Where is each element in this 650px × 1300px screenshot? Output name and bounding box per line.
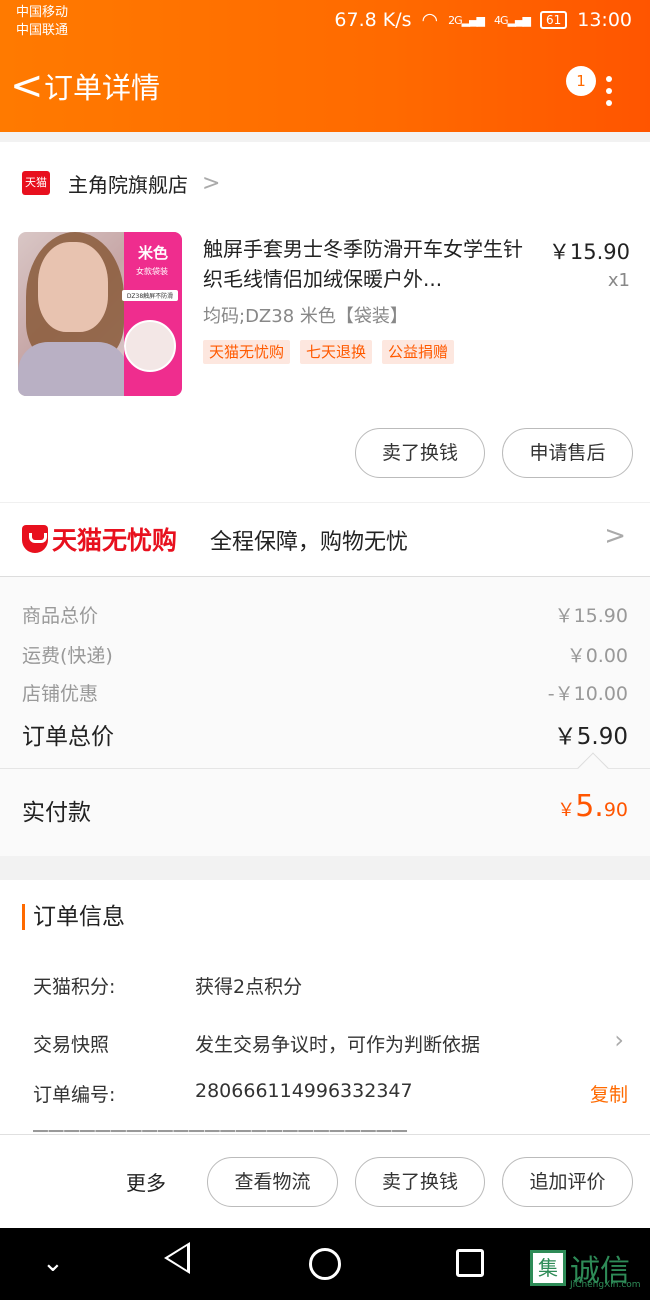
shipping-label: 运费(快递) (22, 645, 113, 667)
chevron-right-icon: > (604, 521, 626, 551)
tag-worry-free: 天猫无忧购 (203, 340, 291, 364)
battery-icon: 61 (539, 11, 568, 29)
goods-total-value: ￥15.90 (554, 605, 628, 627)
carrier-2: 中国联通 (16, 23, 69, 38)
wifi-icon: ◠ (421, 9, 439, 31)
price-summary: 商品总价 ￥15.90 运费(快递) ￥0.00 店铺优惠 -￥10.00 订单… (0, 576, 650, 768)
after-sale-button[interactable]: 申请售后 (502, 428, 633, 478)
tmall-logo-icon: 天猫 (22, 171, 50, 195)
tag-charity: 公益捐赠 (382, 340, 455, 364)
signal-icon-2: 4G▂▄▆ (494, 13, 531, 27)
shipping-value: ￥0.00 (566, 645, 628, 667)
actual-payment: 实付款 ￥5.90 (0, 752, 650, 856)
snapshot-label: 交易快照 (33, 1034, 110, 1056)
network-speed: 67.8 K/s (334, 9, 412, 31)
order-total-label: 订单总价 (22, 724, 114, 750)
points-label: 天猫积分: (33, 976, 116, 998)
order-info-card: 订单信息 天猫积分: 获得2点积分 交易快照 发生交易争议时，可作为判断依据 ›… (0, 880, 650, 1140)
watermark-logo: 集 诚信 JiChengXin.com (530, 1246, 641, 1290)
shop-name: 主角院旗舰店 (68, 172, 188, 197)
order-total-value: ￥5.90 (553, 724, 628, 750)
nav-home-icon[interactable] (309, 1248, 341, 1280)
order-item-card: 天猫 主角院旗舰店 > 米色 女款袋装 DZ38触屏不防滑 触屏手套男士冬季防滑… (0, 142, 650, 576)
more-menu-icon[interactable]: 1 (566, 66, 614, 106)
image-glove-detail (124, 320, 176, 372)
more-button[interactable]: 更多 (126, 1167, 166, 1196)
image-model-label: DZ38触屏不防滑 (122, 290, 178, 301)
image-color-sub: 女款袋装 (136, 267, 168, 276)
carrier-info: 中国移动 中国联通 (16, 4, 68, 40)
chevron-right-icon: › (614, 1026, 624, 1054)
order-info-title: 订单信息 (22, 904, 125, 930)
watermark-mark: 集 (530, 1250, 566, 1286)
order-total-row: 订单总价 ￥5.90 (22, 717, 628, 751)
product-quantity: x1 (607, 270, 630, 291)
discount-row: 店铺优惠 -￥10.00 (22, 679, 628, 706)
goods-total-row: 商品总价 ￥15.90 (22, 601, 628, 628)
image-color-title: 米色 (137, 244, 168, 262)
payment-integer: 5. (575, 789, 604, 824)
discount-value: -￥10.00 (547, 683, 628, 705)
discount-label: 店铺优惠 (22, 683, 99, 705)
product-sku: 均码;DZ38 米色【袋装】 (203, 306, 408, 327)
chevron-down-icon[interactable]: ⌄ (42, 1248, 64, 1278)
guarantee-text: 全程保障，购物无忧 (210, 530, 409, 555)
shield-icon (22, 525, 48, 553)
payment-amount: ￥5.90 (557, 789, 628, 824)
payment-decimal: 90 (603, 799, 628, 821)
sell-for-cash-button[interactable]: 卖了换钱 (355, 428, 485, 478)
product-title[interactable]: 触屏手套男士冬季防滑开车女学生针织毛线情侣加绒保暖户外... (203, 234, 533, 294)
goods-total-label: 商品总价 (22, 605, 99, 627)
bottom-action-bar: 更多 查看物流 卖了换钱 追加评价 (0, 1134, 650, 1228)
title-bar: < 订单详情 1 (0, 60, 650, 116)
image-model-face (38, 242, 108, 332)
product-image[interactable]: 米色 女款袋装 DZ38触屏不防滑 (18, 232, 182, 396)
order-number-label: 订单编号: (33, 1084, 116, 1106)
signal-icon-1: 2G▂▄▆ (448, 13, 485, 27)
guarantee-brand: 天猫无忧购 (52, 526, 178, 555)
carrier-1: 中国移动 (16, 5, 69, 20)
product-tags: 天猫无忧购 七天退换 公益捐赠 (203, 340, 455, 364)
image-model-body (18, 342, 128, 396)
back-icon[interactable]: < (10, 64, 44, 108)
status-bar: 中国移动 中国联通 67.8 K/s ◠ 2G▂▄▆ 4G▂▄▆ 61 13:0… (0, 0, 650, 44)
payment-label: 实付款 (22, 800, 91, 826)
status-right: 67.8 K/s ◠ 2G▂▄▆ 4G▂▄▆ 61 13:00 (334, 9, 632, 31)
order-number-value: 280666114996332347 (195, 1080, 413, 1102)
shipping-row: 运费(快递) ￥0.00 (22, 641, 628, 668)
add-review-button[interactable]: 追加评价 (502, 1157, 633, 1207)
page-title: 订单详情 (44, 71, 161, 105)
nav-back-icon[interactable] (164, 1242, 190, 1274)
points-value: 获得2点积分 (195, 976, 303, 998)
sell-for-cash-button[interactable]: 卖了换钱 (355, 1157, 485, 1207)
guarantee-row[interactable]: 天猫无忧购 全程保障，购物无忧 > (0, 502, 650, 576)
payment-currency: ￥ (557, 800, 576, 821)
app-header: 中国移动 中国联通 67.8 K/s ◠ 2G▂▄▆ 4G▂▄▆ 61 13:0… (0, 0, 650, 132)
snapshot-value: 发生交易争议时，可作为判断依据 (195, 1034, 481, 1056)
tag-seven-day-return: 七天退换 (300, 340, 373, 364)
track-shipment-button[interactable]: 查看物流 (207, 1157, 338, 1207)
product-price: ￥15.90 (548, 240, 630, 264)
watermark-sub: JiChengXin.com (570, 1280, 641, 1290)
system-nav-bar: ⌄ 集 诚信 JiChengXin.com (0, 1228, 650, 1300)
copy-button[interactable]: 复制 (590, 1080, 628, 1107)
chevron-right-icon: > (202, 170, 221, 196)
clock: 13:00 (577, 9, 632, 31)
shop-link[interactable]: 天猫 主角院旗舰店 > (22, 166, 220, 200)
nav-recents-icon[interactable] (456, 1249, 484, 1277)
notification-badge: 1 (566, 66, 596, 96)
